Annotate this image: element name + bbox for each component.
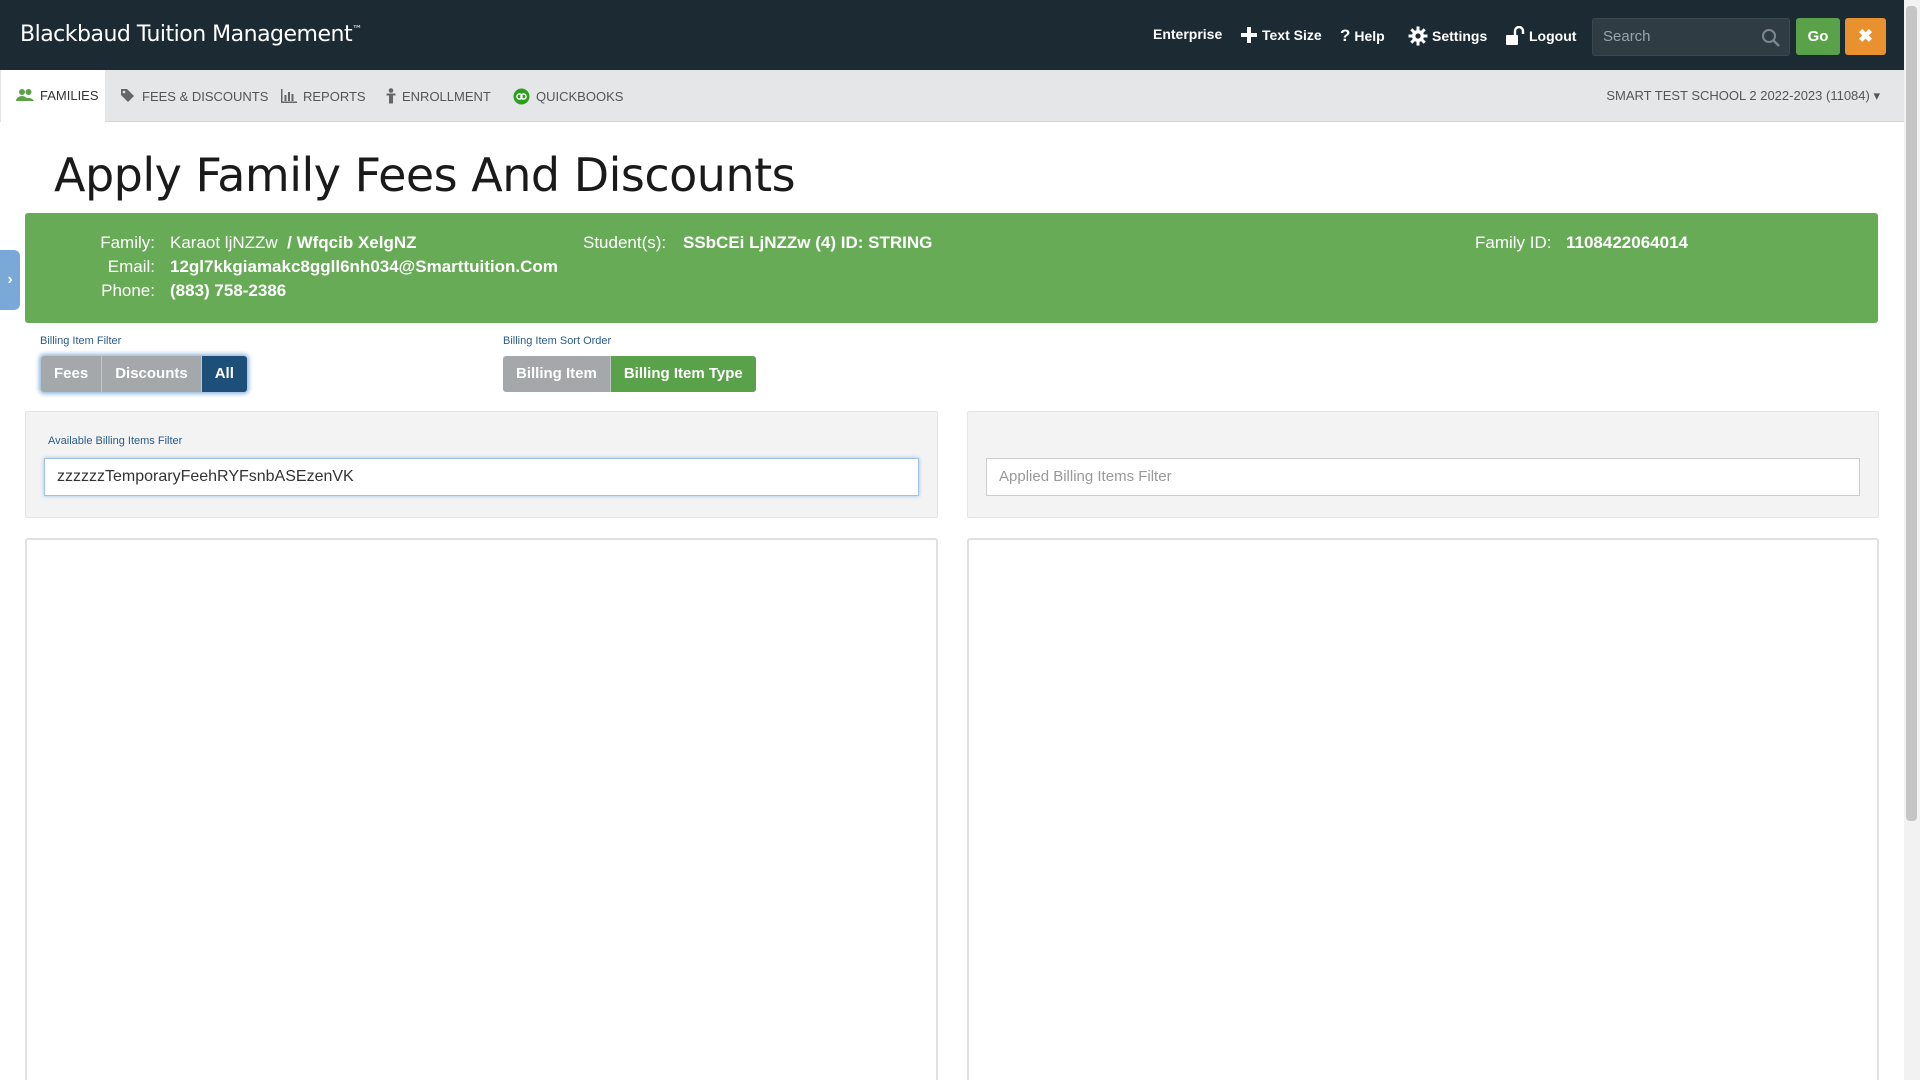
filter-all-button[interactable]: All bbox=[201, 356, 247, 392]
family-email: 12gl7kkgiamakc8ggll6nh034@Smarttuition.C… bbox=[170, 257, 558, 276]
caret-down-icon: ▾ bbox=[1869, 88, 1880, 103]
logout-label: Logout bbox=[1529, 28, 1577, 44]
page-title: Apply Family Fees And Discounts bbox=[54, 148, 796, 202]
help-link[interactable]: ? Help bbox=[1340, 26, 1385, 46]
students-value: SSbCEi LjNZZw (4) ID: STRING bbox=[683, 233, 933, 252]
go-button[interactable]: Go bbox=[1796, 18, 1840, 55]
text-size-label: Text Size bbox=[1262, 27, 1322, 43]
family-name: Karaot ljNZZw bbox=[170, 233, 278, 252]
available-items-list[interactable] bbox=[25, 538, 938, 1080]
family-names: Karaot ljNZZw / Wfqcib XelgNZ bbox=[170, 233, 417, 253]
question-icon: ? bbox=[1340, 26, 1351, 45]
available-filter-label: Available Billing Items Filter bbox=[48, 435, 183, 447]
email-label: Email: bbox=[107, 257, 155, 276]
available-filter-input[interactable]: zzzzzzTemporaryFeehRYFsnbASEzenVK bbox=[44, 458, 919, 496]
family-name-secondary: / Wfqcib XelgNZ bbox=[287, 233, 417, 252]
phone-label: Phone: bbox=[101, 281, 155, 300]
applied-items-list[interactable] bbox=[967, 538, 1879, 1080]
person-icon bbox=[386, 88, 396, 104]
gear-icon bbox=[1408, 26, 1428, 46]
settings-label: Settings bbox=[1432, 28, 1488, 44]
sort-billing-item-button[interactable]: Billing Item bbox=[503, 356, 611, 392]
text-size-link[interactable]: Text Size bbox=[1240, 26, 1322, 44]
enterprise-link[interactable]: Enterprise bbox=[1153, 26, 1222, 42]
brand-name: Blackbaud Tuition Management bbox=[20, 22, 353, 47]
users-icon bbox=[16, 89, 34, 101]
settings-link[interactable]: Settings bbox=[1408, 26, 1487, 46]
family-info-panel: Family: Karaot ljNZZw / Wfqcib XelgNZ Em… bbox=[25, 213, 1878, 323]
help-label: Help bbox=[1354, 28, 1385, 44]
applied-filter-panel: Applied Billing Items Filter bbox=[967, 411, 1879, 518]
family-label: Family: bbox=[100, 233, 155, 252]
brand-trademark: ™ bbox=[352, 24, 362, 36]
sort-order-label: Billing Item Sort Order bbox=[503, 335, 612, 347]
tab-quickbooks[interactable]: QUICKBOOKS bbox=[513, 70, 623, 122]
close-button[interactable]: ✖ bbox=[1845, 18, 1886, 55]
enterprise-label: Enterprise bbox=[1153, 26, 1223, 42]
family-id-value: 1108422064014 bbox=[1566, 233, 1688, 252]
school-name: SMART TEST SCHOOL 2 2022-2023 (11084) bbox=[1606, 88, 1870, 103]
sort-order-group: Billing Item Billing Item Type bbox=[503, 356, 756, 392]
search-placeholder: Search bbox=[1603, 28, 1651, 45]
available-filter-panel: Available Billing Items Filter zzzzzzTem… bbox=[25, 411, 938, 518]
tab-families-label: FAMILIES bbox=[40, 87, 99, 103]
unlock-icon bbox=[1506, 26, 1525, 45]
chevron-right-icon: › bbox=[7, 271, 13, 288]
tab-fees-discounts-label: FEES & DISCOUNTS bbox=[142, 88, 269, 104]
tab-fees-discounts[interactable]: FEES & DISCOUNTS bbox=[120, 70, 268, 122]
tab-quickbooks-label: QUICKBOOKS bbox=[536, 88, 624, 104]
bar-chart-icon bbox=[281, 89, 297, 103]
applied-filter-input[interactable]: Applied Billing Items Filter bbox=[986, 458, 1860, 496]
students-label: Student(s): bbox=[583, 233, 667, 252]
family-phone: (883) 758-2386 bbox=[170, 281, 287, 300]
tab-enrollment[interactable]: ENROLLMENT bbox=[386, 70, 491, 122]
tab-reports-label: REPORTS bbox=[303, 88, 366, 104]
search-icon[interactable] bbox=[1761, 28, 1781, 48]
expand-sidebar-button[interactable]: › bbox=[0, 250, 20, 310]
logout-link[interactable]: Logout bbox=[1505, 26, 1576, 46]
top-header: Blackbaud Tuition Management™ Enterprise… bbox=[0, 0, 1904, 70]
school-selector[interactable]: SMART TEST SCHOOL 2 2022-2023 (11084) ▾ bbox=[1606, 88, 1880, 104]
tab-enrollment-label: ENROLLMENT bbox=[402, 88, 491, 104]
tab-families[interactable]: FAMILIES bbox=[1, 70, 105, 122]
available-filter-value: zzzzzzTemporaryFeehRYFsnbASEzenVK bbox=[57, 468, 354, 485]
filter-fees-button[interactable]: Fees bbox=[41, 356, 103, 392]
tags-icon bbox=[121, 89, 134, 102]
sort-billing-item-type-button[interactable]: Billing Item Type bbox=[610, 356, 756, 392]
quickbooks-icon bbox=[513, 88, 530, 104]
filter-discounts-button[interactable]: Discounts bbox=[102, 356, 202, 392]
tab-reports[interactable]: REPORTS bbox=[281, 70, 366, 122]
family-id-label: Family ID: bbox=[1475, 233, 1552, 252]
billing-filter-label: Billing Item Filter bbox=[40, 335, 122, 347]
applied-filter-placeholder: Applied Billing Items Filter bbox=[999, 468, 1172, 485]
brand-logo[interactable]: Blackbaud Tuition Management™ bbox=[20, 22, 362, 47]
billing-filter-group: Fees Discounts All bbox=[41, 356, 247, 392]
plus-icon bbox=[1241, 27, 1257, 43]
main-nav: FAMILIES FEES & DISCOUNTS REPORTS ENROLL… bbox=[0, 70, 1904, 122]
search-input[interactable]: Search bbox=[1592, 18, 1790, 56]
page-scrollbar-thumb[interactable] bbox=[1906, 6, 1917, 821]
